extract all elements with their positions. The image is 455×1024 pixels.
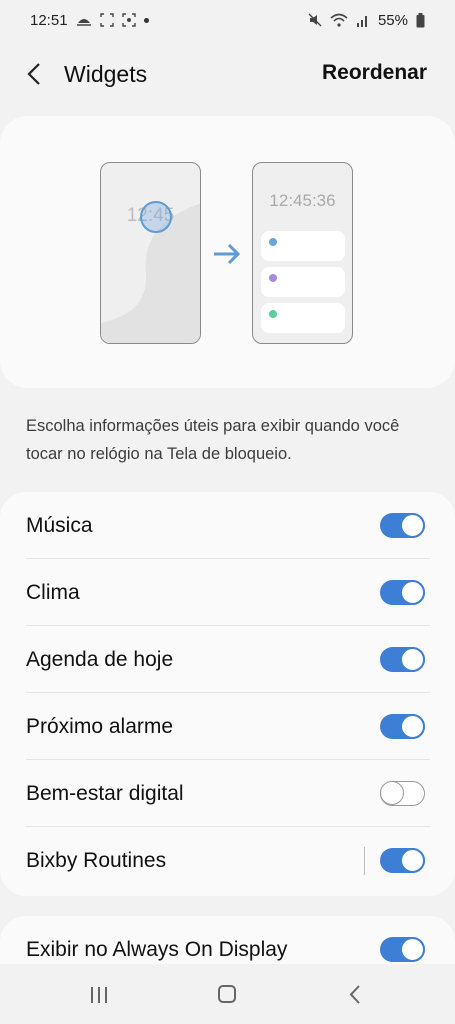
status-right: 55% (308, 12, 425, 29)
toggle-knob (400, 714, 425, 739)
mini-widget-card (261, 231, 345, 261)
illustration-card: 12:45 12:45:36 (0, 116, 455, 388)
widget-row-musica[interactable]: Música (0, 492, 455, 559)
touch-indicator-icon (140, 201, 172, 233)
widget-clock-time: 12:45:36 (269, 191, 336, 210)
lock-screen-phone-illustration: 12:45 (100, 162, 201, 344)
navigation-bar (0, 964, 455, 1024)
widget-dot-icon (269, 238, 277, 246)
toggle-knob (400, 848, 425, 873)
widgets-list-card: Música Clima Agenda de hoje Próximo alar… (0, 492, 455, 896)
signal-icon (356, 16, 367, 27)
chevron-left-icon (27, 63, 40, 85)
bixby-toggle[interactable] (380, 848, 425, 873)
musica-toggle[interactable] (380, 513, 425, 538)
widget-row-label: Clima (26, 580, 80, 604)
page-title: Widgets (64, 61, 148, 87)
recent-apps-icon (91, 987, 107, 1003)
widget-row-label: Agenda de hoje (26, 647, 174, 671)
screenshot-icon (99, 13, 114, 27)
bem-estar-toggle[interactable] (380, 781, 425, 806)
screen-capture-icon (121, 13, 136, 27)
status-time: 12:51 (30, 11, 68, 29)
widget-dot-icon (269, 310, 277, 318)
reorder-button[interactable]: Reordenar (322, 61, 427, 85)
home-button[interactable] (212, 982, 242, 1008)
app-bar: Widgets Reordenar (0, 48, 455, 100)
widget-phone-illustration: 12:45:36 (252, 162, 353, 344)
toggle-knob (400, 647, 425, 672)
status-left: 12:51 (30, 12, 149, 29)
aod-row-label: Exibir no Always On Display (26, 937, 288, 961)
toggle-knob (400, 937, 425, 962)
widget-row-label: Próximo alarme (26, 714, 174, 738)
widgets-settings-screen: 12:51 55% Widgets Reordenar 12:45 12:45:… (0, 0, 455, 1024)
chevron-left-icon (349, 985, 360, 1004)
clima-toggle[interactable] (380, 580, 425, 605)
mini-widget-card (261, 267, 345, 297)
widget-row-bixby[interactable]: Bixby Routines (0, 827, 455, 894)
wallpaper-wave-shape (101, 203, 200, 343)
toggle-knob (380, 781, 404, 805)
widget-row-label: Bixby Routines (26, 848, 167, 872)
aod-toggle[interactable] (380, 937, 425, 962)
widget-row-alarme[interactable]: Próximo alarme (0, 693, 455, 760)
description-text: Escolha informações úteis para exibir qu… (26, 417, 400, 463)
widget-row-clima[interactable]: Clima (0, 559, 455, 626)
widget-row-agenda[interactable]: Agenda de hoje (0, 626, 455, 693)
widget-row-label: Música (26, 513, 93, 537)
widget-row-label: Bem-estar digital (26, 781, 184, 805)
battery-percent: 55% (377, 11, 408, 29)
widget-dot-icon (269, 274, 277, 282)
weather-icon (76, 19, 91, 26)
widget-row-bem-estar[interactable]: Bem-estar digital (0, 760, 455, 827)
toggle-knob (400, 513, 425, 538)
vertical-divider (364, 846, 365, 875)
toggle-knob (400, 580, 425, 605)
home-icon (218, 985, 236, 1003)
alarme-toggle[interactable] (380, 714, 425, 739)
agenda-toggle[interactable] (380, 647, 425, 672)
notification-dot-icon (143, 17, 149, 23)
mute-icon (308, 13, 322, 27)
back-nav-button[interactable] (341, 982, 371, 1008)
battery-icon (416, 12, 425, 27)
status-bar: 12:51 55% (0, 0, 455, 40)
back-button[interactable] (18, 58, 50, 90)
recent-apps-button[interactable] (84, 982, 114, 1008)
mini-widget-card (261, 303, 345, 333)
wifi-icon (330, 13, 348, 27)
arrow-right-icon (214, 243, 241, 265)
